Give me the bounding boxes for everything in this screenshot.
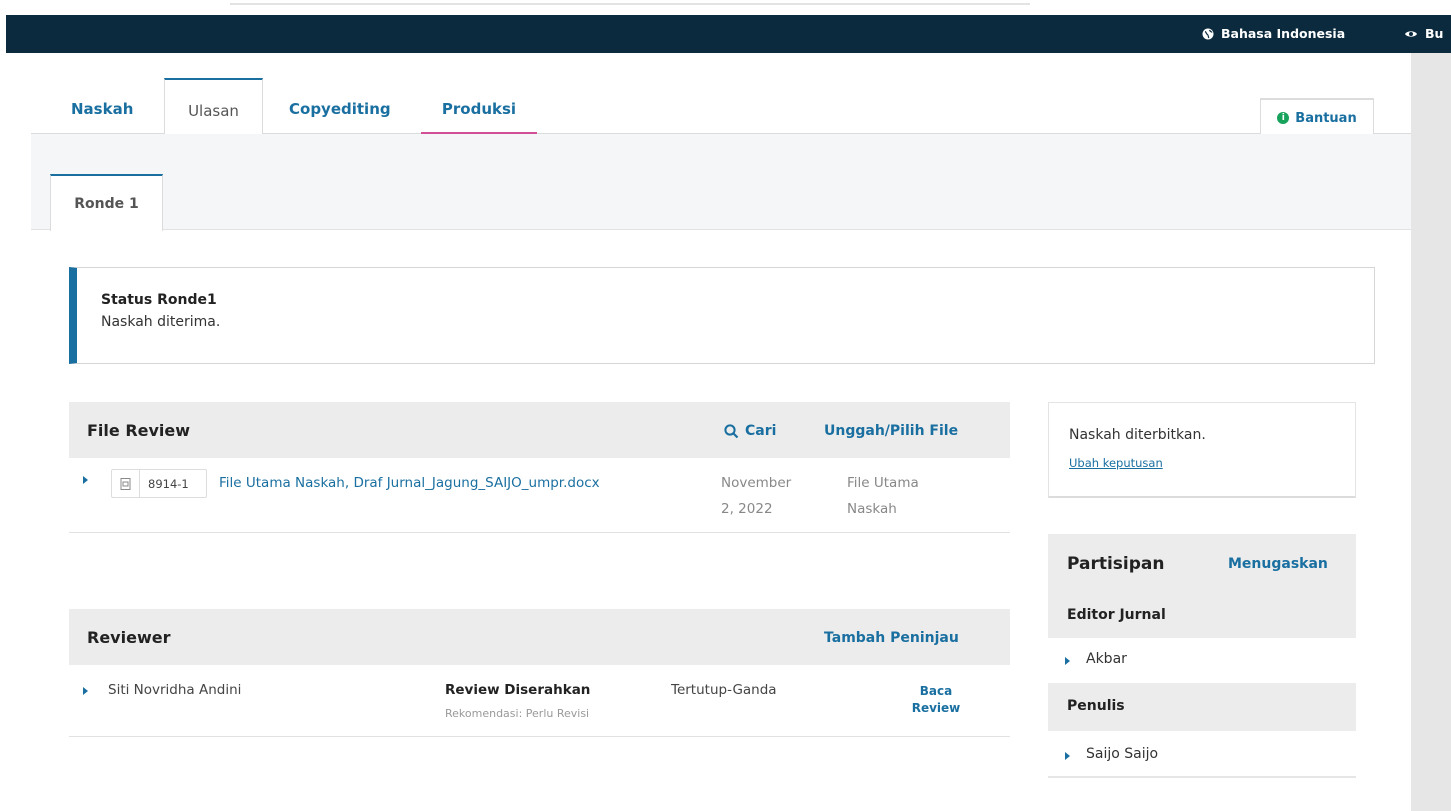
top-header-bar: Bahasa Indonesia Bu: [6, 15, 1451, 53]
file-date-line1: November: [721, 475, 792, 491]
participant-group-author: Penulis: [1067, 698, 1125, 714]
round-status-text: Naskah diterima.: [101, 314, 221, 330]
file-review-header: File Review Cari Unggah/Pilih File: [69, 402, 1010, 458]
info-icon: i: [1277, 112, 1290, 124]
page-gutter: [1411, 53, 1451, 811]
eye-icon: [1405, 30, 1417, 37]
tab-produksi[interactable]: Produksi: [421, 78, 537, 134]
file-date: November 2, 2022: [721, 470, 791, 522]
document-icon: [112, 470, 140, 497]
file-type: File Utama Naskah: [847, 470, 919, 522]
tab-round-1[interactable]: Ronde 1: [50, 174, 163, 231]
participants-title: Partisipan: [1067, 554, 1165, 574]
workflow-content: Naskah Ulasan Copyediting Produksi i Ban…: [31, 53, 1411, 811]
file-name-link[interactable]: File Utama Naskah, Draf Jurnal_Jagung_SA…: [219, 470, 600, 496]
decision-text: Naskah diterbitkan.: [1069, 427, 1206, 443]
file-review-title: File Review: [87, 421, 191, 440]
review-method: Tertutup-Ganda: [671, 682, 777, 698]
top-strip: [0, 0, 1451, 15]
view-site-label: Bu: [1425, 26, 1444, 41]
round-status-title: Status Ronde1: [101, 292, 217, 308]
reviewer-title: Reviewer: [87, 628, 171, 647]
participant-group-editor: Editor Jurnal: [1067, 607, 1166, 623]
add-reviewer-button[interactable]: Tambah Peninjau: [824, 630, 959, 646]
expand-caret-icon[interactable]: [83, 687, 88, 695]
tab-copyediting[interactable]: Copyediting: [289, 78, 391, 134]
round-tabs-area: Ronde 1: [31, 134, 1411, 231]
participant-group-author-header: Penulis: [1048, 683, 1356, 731]
row-divider: [69, 736, 1010, 737]
reviewer-name: Siti Novridha Andini: [108, 682, 242, 698]
review-status: Review Diserahkan: [445, 682, 591, 698]
decision-box: Naskah diterbitkan. Ubah keputusan: [1048, 402, 1356, 498]
search-label: Cari: [745, 423, 777, 439]
file-type-line1: File Utama: [847, 475, 919, 491]
language-switcher[interactable]: Bahasa Indonesia: [1202, 26, 1345, 41]
participants-header: Partisipan Menugaskan Editor Jurnal: [1048, 534, 1356, 638]
read-review-line1: Baca: [919, 684, 953, 698]
expand-caret-icon[interactable]: [83, 476, 88, 484]
assign-participant-button[interactable]: Menugaskan: [1228, 556, 1328, 572]
read-review-line2: Review: [911, 701, 961, 715]
language-label: Bahasa Indonesia: [1221, 26, 1346, 41]
view-site-link[interactable]: Bu: [1404, 26, 1443, 41]
file-type-line2: Naskah: [847, 501, 897, 517]
review-recommendation: Rekomendasi: Perlu Revisi: [445, 707, 590, 720]
help-button[interactable]: i Bantuan: [1260, 98, 1374, 136]
file-id: 8914-1: [148, 476, 189, 491]
participant-saijo[interactable]: Saijo Saijo: [1086, 746, 1158, 762]
address-bar-remnant: [230, 3, 1030, 5]
reviewer-header: Reviewer Tambah Peninjau: [69, 609, 1010, 665]
expand-caret-icon[interactable]: [1065, 752, 1070, 760]
row-divider: [69, 532, 1010, 533]
sidebar-bottom-divider: [1048, 776, 1356, 778]
tab-naskah[interactable]: Naskah: [71, 78, 133, 134]
file-id-badge: 8914-1: [111, 469, 207, 498]
search-icon: [724, 423, 739, 438]
workflow-tabs: Naskah Ulasan Copyediting Produksi: [31, 78, 1411, 135]
globe-icon: [1202, 28, 1214, 39]
tab-ulasan[interactable]: Ulasan: [164, 78, 263, 135]
participant-akbar[interactable]: Akbar: [1086, 651, 1127, 667]
expand-caret-icon[interactable]: [1065, 657, 1070, 665]
round-status-box: Status Ronde1 Naskah diterima.: [69, 267, 1375, 364]
upload-file-button[interactable]: Unggah/Pilih File: [824, 423, 958, 439]
change-decision-link[interactable]: Ubah keputusan: [1069, 456, 1163, 470]
search-files-button[interactable]: Cari: [724, 423, 776, 439]
read-review-link[interactable]: Baca Review: [901, 683, 971, 717]
file-date-line2: 2, 2022: [721, 501, 773, 517]
help-label: Bantuan: [1295, 110, 1357, 126]
